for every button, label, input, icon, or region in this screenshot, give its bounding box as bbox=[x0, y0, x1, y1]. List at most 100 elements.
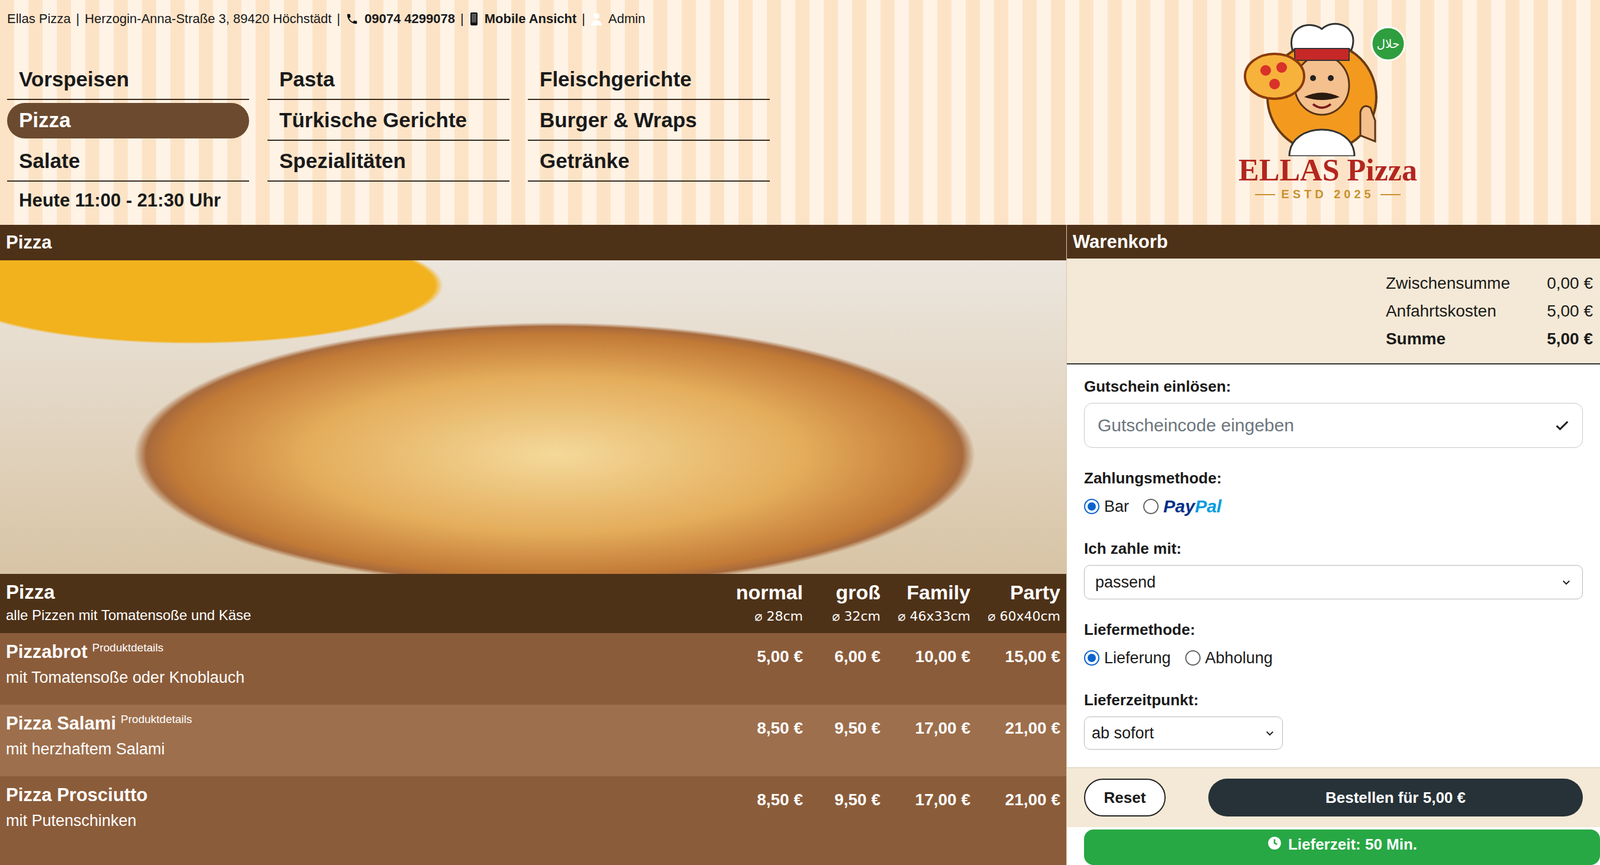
cart-title: Warenkorb bbox=[1066, 224, 1600, 259]
size-column: Family⌀ 46x33cm bbox=[886, 573, 977, 634]
size-label: Party bbox=[976, 581, 1061, 605]
item-info: Pizzabrot Produktdetails mit Tomatensoße o… bbox=[0, 633, 732, 705]
radio-option[interactable]: Abholung bbox=[1185, 649, 1273, 668]
nav-item[interactable]: Spezialitäten bbox=[267, 140, 510, 182]
paypal-logo[interactable]: PayPal bbox=[1163, 496, 1222, 517]
item-name: Pizza Salami bbox=[5, 713, 116, 734]
radio-button[interactable] bbox=[1185, 650, 1201, 666]
radio-group: Bar PayPal bbox=[1084, 494, 1583, 519]
size-label: groß bbox=[808, 581, 881, 605]
total-value: 0,00 € bbox=[1510, 269, 1593, 298]
price-button[interactable]: 9,50 € bbox=[808, 704, 887, 777]
details-link[interactable]: Produktdetails bbox=[92, 641, 164, 654]
info-item[interactable]: 09074 4299078 bbox=[345, 11, 456, 27]
nav-item[interactable]: Türkische Gerichte bbox=[267, 100, 510, 141]
radio-button[interactable] bbox=[1084, 650, 1100, 666]
size-label: normal bbox=[731, 581, 803, 605]
page-header: Ellas Pizza|Herzogin-Anna-Straße 3, 8942… bbox=[0, 0, 1600, 225]
price-button[interactable]: 8,50 € bbox=[731, 704, 809, 777]
total-value: 5,00 € bbox=[1510, 297, 1593, 325]
price-button[interactable]: 17,00 € bbox=[886, 776, 977, 848]
total-label: Zwischensumme bbox=[1385, 269, 1511, 298]
nav-item[interactable]: Burger & Wraps bbox=[527, 100, 770, 141]
field-label: Gutschein einlösen: bbox=[1084, 377, 1583, 396]
menu-row: Pizza SalamiProduktdetailsmit herzhaftem… bbox=[0, 704, 1067, 777]
clock-icon bbox=[1266, 835, 1283, 851]
menu-title-block: Pizza alle Pizzen mit Tomatensoße und Käs… bbox=[0, 573, 732, 634]
nav-item[interactable]: Getränke bbox=[527, 140, 770, 182]
nav-item[interactable]: Fleischgerichte bbox=[527, 59, 770, 100]
voucher-input[interactable] bbox=[1096, 414, 1554, 437]
size-column: normal ⌀ 28cm bbox=[731, 573, 809, 634]
radio-label[interactable]: Abholung bbox=[1205, 649, 1273, 668]
info-item: Ellas Pizza bbox=[7, 11, 72, 27]
radio-label[interactable]: Bar bbox=[1104, 497, 1129, 516]
radio-option[interactable]: PayPal bbox=[1143, 496, 1222, 517]
menu-title: Pizza bbox=[5, 581, 726, 604]
field-label: Ich zahle mit: bbox=[1084, 539, 1583, 558]
form-group: Gutschein einlösen: bbox=[1084, 377, 1583, 448]
total-value: 5,00 € bbox=[1510, 324, 1593, 353]
chevron-down-icon bbox=[1560, 576, 1572, 588]
radio-dot bbox=[1087, 502, 1096, 511]
cart-panel: Warenkorb Zwischensumme0,00 €Anfahrtskost… bbox=[1066, 224, 1600, 865]
cart-actions: Reset Bestellen für 5,00 € bbox=[1066, 767, 1600, 828]
radio-option[interactable]: Lieferung bbox=[1084, 649, 1172, 668]
nav-item[interactable]: Pasta bbox=[267, 59, 510, 100]
nav-item[interactable]: Salate bbox=[7, 140, 250, 182]
paypal-part: Pay bbox=[1163, 496, 1195, 516]
form-group: Zahlungsmethode:BarPayPal bbox=[1084, 469, 1583, 519]
reset-button[interactable]: Reset bbox=[1084, 778, 1166, 817]
radio-label[interactable]: Lieferung bbox=[1104, 649, 1172, 668]
radio-button[interactable] bbox=[1143, 498, 1159, 515]
info-text[interactable]: Admin bbox=[608, 11, 645, 27]
price-button[interactable]: 21,00 € bbox=[976, 776, 1067, 848]
form-group: Liefermethode:LieferungAbholung bbox=[1084, 620, 1583, 670]
details-link[interactable]: Produktdetails bbox=[120, 713, 192, 726]
price-button[interactable]: 6,00 € bbox=[808, 633, 887, 705]
delivery-time-select[interactable]: ab sofort bbox=[1084, 716, 1283, 750]
item-name: Pizzabrot bbox=[5, 641, 88, 663]
radio-option[interactable]: Bar bbox=[1084, 497, 1129, 516]
price-button[interactable]: 17,00 € bbox=[886, 704, 977, 777]
category-nav: Vorspeisen Pasta Fleischgerichte Pizza Türki… bbox=[7, 59, 770, 182]
payment-amount-select[interactable]: passend bbox=[1084, 565, 1583, 600]
radio-button[interactable] bbox=[1084, 498, 1100, 515]
size-column: Party⌀ 60x40cm bbox=[976, 573, 1067, 634]
item-info: Pizza SalamiProduktdetailsmit herzhaftem… bbox=[0, 704, 732, 777]
order-button[interactable]: Bestellen für 5,00 € bbox=[1208, 778, 1583, 817]
total-label: Summe bbox=[1385, 324, 1511, 353]
price-button[interactable]: 9,50 € bbox=[808, 776, 887, 848]
brand-name[interactable]: ELLAS Pizza bbox=[1238, 152, 1418, 188]
mobile-icon bbox=[469, 11, 479, 27]
size-label: Family bbox=[886, 581, 971, 605]
phone-icon bbox=[345, 12, 359, 26]
select-value[interactable]: ab sofort bbox=[1091, 724, 1154, 743]
form-group: Lieferzeitpunkt:ab sofort bbox=[1084, 691, 1583, 750]
item-name-line: Pizzabrot Produktdetails bbox=[5, 641, 726, 663]
info-item[interactable]: Mobile Ansicht bbox=[469, 11, 577, 27]
info-text[interactable]: 09074 4299078 bbox=[364, 11, 456, 27]
chef-logo-icon: حلال bbox=[1233, 8, 1423, 157]
price-button[interactable]: 8,50 € bbox=[731, 776, 809, 848]
select-value[interactable]: passend bbox=[1095, 573, 1156, 592]
size-diameter: ⌀ 28cm bbox=[731, 608, 803, 624]
item-description: mit Tomatensoße oder Knoblauch bbox=[5, 668, 726, 687]
price-button[interactable]: 5,00 € bbox=[731, 633, 809, 705]
price-button[interactable]: 21,00 € bbox=[976, 704, 1067, 777]
menu-row: Pizza Prosciuttomit Putenschinken8,50 €9… bbox=[0, 776, 1067, 848]
price-button[interactable]: 15,00 € bbox=[976, 633, 1067, 705]
nav-item[interactable]: Vorspeisen bbox=[7, 59, 250, 100]
menu-subtitle: alle Pizzen mit Tomatensoße und Käse bbox=[5, 607, 726, 624]
voucher-field[interactable] bbox=[1084, 402, 1583, 448]
opening-hours: Heute 11:00 - 21:30 Uhr bbox=[7, 189, 770, 212]
established: ESTD 2025 bbox=[1255, 187, 1400, 202]
info-item[interactable]: Admin bbox=[590, 11, 645, 27]
total-label: Anfahrtskosten bbox=[1385, 297, 1511, 325]
radio-group: Lieferung Abholung bbox=[1084, 646, 1583, 670]
info-text[interactable]: Mobile Ansicht bbox=[484, 11, 577, 27]
nav-item[interactable]: Pizza bbox=[7, 102, 250, 139]
menu-header: Pizza alle Pizzen mit Tomatensoße und Käs… bbox=[0, 573, 1067, 634]
shop-logo[interactable]: حلالELLAS PizzaESTD 2025 bbox=[1227, 8, 1429, 225]
price-button[interactable]: 10,00 € bbox=[886, 633, 977, 705]
